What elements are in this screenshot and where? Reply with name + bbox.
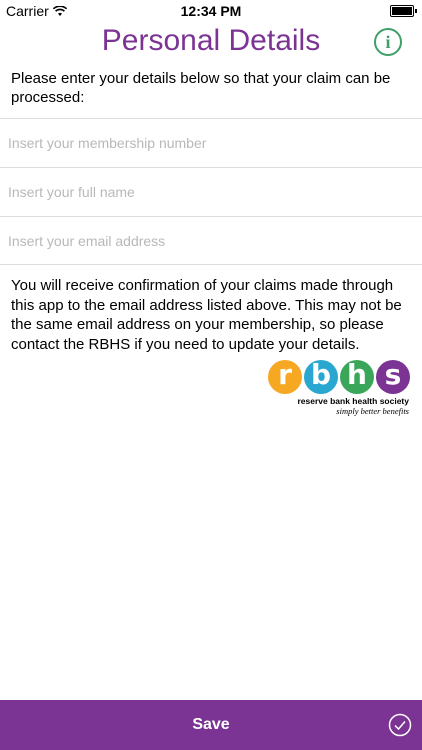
header: Personal Details i — [0, 22, 422, 64]
membership-field-row — [0, 118, 422, 167]
intro-text: Please enter your details below so that … — [11, 70, 391, 106]
logo-tagline: simply better benefits — [336, 406, 409, 416]
personal-details-form — [0, 118, 422, 265]
name-field-row — [0, 167, 422, 216]
full-name-input[interactable] — [6, 183, 410, 201]
status-time: 12:34 PM — [180, 3, 242, 19]
rbhs-logo: r b h s reserve bank health society simp… — [268, 360, 413, 422]
checkmark-circle-icon[interactable] — [388, 713, 412, 737]
logo-letter-b: b — [304, 360, 338, 394]
membership-number-input[interactable] — [6, 134, 410, 152]
logo-letter-s: s — [376, 360, 410, 394]
confirmation-notice: You will receive confirmation of your cl… — [11, 277, 402, 353]
email-field-row — [0, 216, 422, 265]
save-bar: Save — [0, 700, 422, 750]
page-title: Personal Details — [101, 24, 321, 57]
logo-letter-h: h — [340, 360, 374, 394]
logo-name: reserve bank health society — [297, 396, 409, 406]
logo-letter-r: r — [268, 360, 302, 394]
battery-icon — [390, 5, 417, 17]
logo-circles: r b h s — [268, 360, 413, 394]
info-icon[interactable]: i — [374, 28, 402, 56]
status-bar: Carrier 12:34 PM — [0, 0, 422, 22]
save-button[interactable]: Save — [0, 700, 422, 750]
email-input[interactable] — [6, 231, 410, 250]
